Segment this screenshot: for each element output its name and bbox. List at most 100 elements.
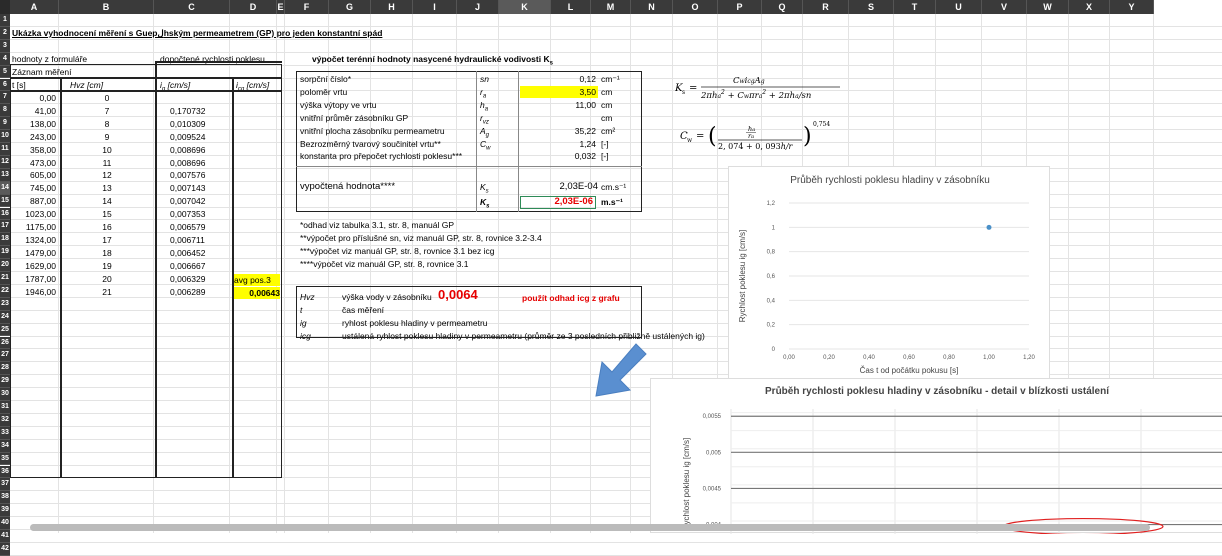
chart-rate-overview[interactable]: Průběh rychlosti poklesu hladiny v zásob… [728, 166, 1050, 380]
column-header-L[interactable]: L [551, 0, 591, 14]
ks-formula: Ks = CwicgAg 2πha2 + Cwπra2 + 2πha/sn [674, 72, 845, 107]
row-header-16[interactable]: 16 [0, 207, 10, 221]
row-header-5[interactable]: 5 [0, 65, 10, 79]
column-header-F[interactable]: F [285, 0, 329, 14]
row-header-19[interactable]: 19 [0, 246, 10, 260]
column-header-E[interactable]: E [277, 0, 285, 14]
row-header-29[interactable]: 29 [0, 375, 10, 389]
row-header-35[interactable]: 35 [0, 452, 10, 466]
row-header-12[interactable]: 12 [0, 155, 10, 169]
column-header-U[interactable]: U [936, 0, 982, 14]
row-header-26[interactable]: 26 [0, 336, 10, 350]
row-header-11[interactable]: 11 [0, 143, 10, 156]
row-header-8[interactable]: 8 [0, 104, 10, 118]
column-header-V[interactable]: V [982, 0, 1027, 14]
column-header-H[interactable]: H [371, 0, 413, 14]
row-header-27[interactable]: 27 [0, 349, 10, 363]
row-header-39[interactable]: 39 [0, 504, 10, 518]
chart1-xtick: 0,20 [823, 355, 835, 361]
row-header-36[interactable]: 36 [0, 465, 10, 479]
chart1-xtick: 0,00 [783, 355, 795, 361]
svg-text:2πha2 + Cwπra2 + 2πha/sn: 2πha2 + Cwπra2 + 2πha/sn [700, 89, 811, 101]
chart1-xtick: 1,20 [1023, 355, 1035, 361]
column-header-Q[interactable]: Q [762, 0, 803, 14]
ks-heading: výpočet terénní hodnoty nasycené hydraul… [312, 54, 553, 67]
row-header-2[interactable]: 2 [0, 26, 10, 40]
column-header-P[interactable]: P [718, 0, 762, 14]
row-header-7[interactable]: 7 [0, 91, 10, 105]
column-header-G[interactable]: G [329, 0, 371, 14]
svg-text:=: = [689, 83, 697, 94]
row-header-30[interactable]: 30 [0, 388, 10, 401]
column-header-J[interactable]: J [457, 0, 499, 14]
row-header-23[interactable]: 23 [0, 297, 10, 311]
chart1-ytick: 0,2 [767, 323, 776, 329]
row-header-34[interactable]: 34 [0, 439, 10, 453]
sheet-title: Ukázka vyhodnocení měření s Guepلhským p… [12, 28, 383, 38]
ks-table-border [296, 71, 642, 212]
row-header-21[interactable]: 21 [0, 272, 10, 285]
column-header-W[interactable]: W [1027, 0, 1069, 14]
row-header-24[interactable]: 24 [0, 310, 10, 324]
svg-text:2, 074 + 0, 093h/r: 2, 074 + 0, 093h/r [718, 142, 794, 151]
column-header-C[interactable]: C [154, 0, 230, 14]
chart1-ytick: 0 [772, 347, 776, 353]
row-header-18[interactable]: 18 [0, 233, 10, 247]
row-header-42[interactable]: 42 [0, 542, 10, 556]
column-header-T[interactable]: T [894, 0, 936, 14]
chart2-ylabel: Rychlost poklesu ig [cm/s] [682, 438, 691, 530]
column-header-D[interactable]: D [230, 0, 277, 14]
svg-text:(: ( [708, 124, 717, 149]
row-header-4[interactable]: 4 [0, 52, 10, 66]
row-header-6[interactable]: 6 [0, 78, 10, 92]
footnote: **výpočet pro příslušné sn, viz manuál G… [300, 232, 542, 243]
row-header-31[interactable]: 31 [0, 401, 10, 414]
chart1-xtick: 1,00 [983, 355, 995, 361]
chart2-ytick: 0,0045 [703, 486, 722, 492]
row-header-9[interactable]: 9 [0, 117, 10, 131]
row-header-13[interactable]: 13 [0, 168, 10, 182]
column-header-Y[interactable]: Y [1110, 0, 1154, 14]
row-header-40[interactable]: 40 [0, 517, 10, 530]
chart-rate-detail[interactable]: Průběh rychlosti poklesu hladiny v zásob… [650, 378, 1222, 534]
arrow-shape[interactable] [590, 340, 650, 400]
row-header-17[interactable]: 17 [0, 220, 10, 234]
row-header-22[interactable]: 22 [0, 284, 10, 298]
measurement-table-border [10, 64, 282, 478]
column-header-M[interactable]: M [591, 0, 631, 14]
column-header-X[interactable]: X [1069, 0, 1110, 14]
row-header-41[interactable]: 41 [0, 530, 10, 543]
footnote: ****výpočet viz manuál GP, str. 8, rovni… [300, 258, 469, 269]
footnote: *odhad viz tabulka 3.1, str. 8, manuál G… [300, 220, 455, 230]
chart1-xtick: 0,80 [943, 355, 955, 361]
column-header-O[interactable]: O [673, 0, 718, 14]
chart2-plot: 0,0040,00450,0050,0055Rychlost poklesu i… [682, 409, 1222, 534]
column-header-I[interactable]: I [413, 0, 457, 14]
row-header-14[interactable]: 14 [0, 181, 10, 195]
row-header-10[interactable]: 10 [0, 130, 10, 143]
column-header-K[interactable]: K [499, 0, 551, 14]
row-header-33[interactable]: 33 [0, 426, 10, 440]
row-header-20[interactable]: 20 [0, 259, 10, 272]
svg-text:): ) [803, 124, 812, 149]
row-header-38[interactable]: 38 [0, 491, 10, 505]
row-header-25[interactable]: 25 [0, 323, 10, 337]
column-header-R[interactable]: R [803, 0, 849, 14]
row-header-1[interactable]: 1 [0, 14, 10, 27]
chart1-xtick: 0,60 [903, 355, 915, 361]
column-header-A[interactable]: A [10, 0, 59, 14]
horizontal-scrollbar[interactable] [30, 524, 1150, 531]
column-header-B[interactable]: B [59, 0, 154, 14]
row-header-28[interactable]: 28 [0, 362, 10, 376]
column-header-N[interactable]: N [631, 0, 673, 14]
chart1-ytick: 0,4 [767, 298, 776, 304]
chart1-xlabel: Čas t od počátku pokusu [s] [860, 366, 959, 375]
chart2-ytick: 0,005 [706, 450, 722, 456]
footnote: ***výpočet viz manuál GP, str. 8, rovnic… [300, 245, 495, 256]
row-header-3[interactable]: 3 [0, 39, 10, 53]
row-header-32[interactable]: 32 [0, 413, 10, 427]
chart1-ytick: 0,8 [767, 250, 776, 256]
row-header-15[interactable]: 15 [0, 194, 10, 208]
row-header-37[interactable]: 37 [0, 478, 10, 492]
column-header-S[interactable]: S [849, 0, 894, 14]
